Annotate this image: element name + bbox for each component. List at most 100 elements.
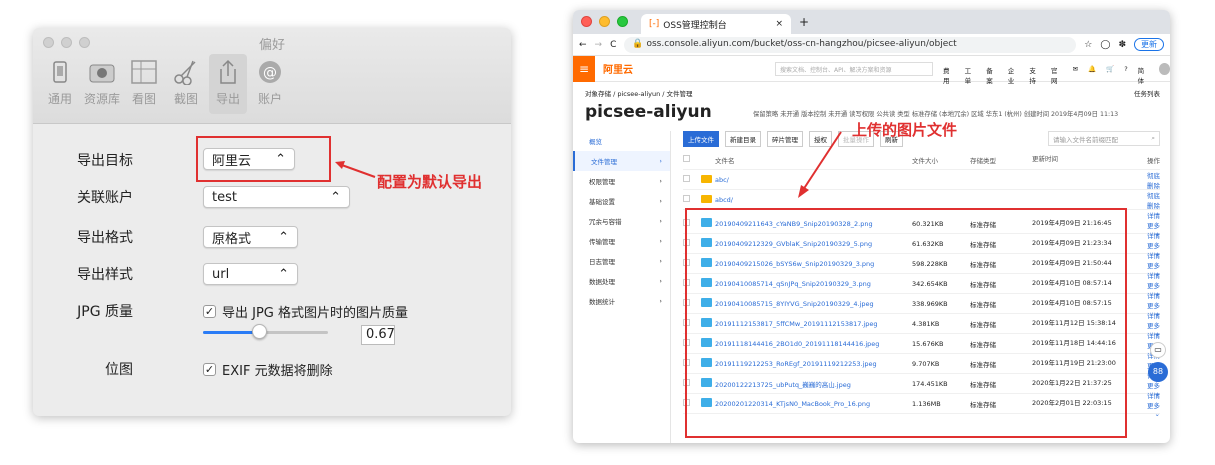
browser-tab[interactable]: [-] OSS管理控制台 × bbox=[641, 14, 791, 34]
slider-knob[interactable] bbox=[252, 324, 268, 339]
upload-annotation-text: 上传的图片文件 bbox=[852, 121, 958, 139]
style-row: 导出样式 bbox=[38, 264, 133, 284]
highlight-box bbox=[196, 136, 331, 182]
close-icon[interactable]: × bbox=[775, 19, 783, 29]
exif-checkbox[interactable]: ✓ bbox=[203, 363, 216, 376]
sidebar-item-redundancy[interactable]: 冗余与容错 › bbox=[573, 211, 670, 231]
table-header: 文件名 文件大小 存储类型 更新时间 操作 bbox=[683, 150, 1160, 170]
nav-lang[interactable]: 简体 bbox=[1138, 65, 1150, 85]
tab-label: 通用 bbox=[47, 92, 72, 106]
sidebar-item-basic[interactable]: 基础设置 › bbox=[573, 191, 670, 211]
sidebar-item-logs[interactable]: 日志管理 › bbox=[573, 251, 670, 271]
tab-label: 截图 bbox=[173, 92, 198, 106]
help-icon[interactable]: ? bbox=[1124, 65, 1127, 85]
menu-icon[interactable]: ≡ bbox=[573, 55, 595, 82]
bell-icon[interactable]: 🔔 bbox=[1088, 65, 1096, 85]
tab-bar: [-] OSS管理控制台 × + bbox=[573, 10, 1170, 34]
folder-row[interactable]: abc/彻底删除 bbox=[683, 170, 1160, 190]
sidebar-item-processing[interactable]: 数据处理 › bbox=[573, 271, 670, 291]
exif-checkbox-row[interactable]: ✓ EXIF 元数据将删除 bbox=[203, 360, 333, 379]
assistant-icon[interactable]: 88 bbox=[1148, 362, 1168, 382]
titlebar: 偏好 通用 资源库 看图 截图 导出 @ 账户 bbox=[33, 28, 511, 124]
puzzle-icon[interactable]: ✽ bbox=[1118, 40, 1126, 50]
sidebar-item-stats[interactable]: 数据统计 › bbox=[573, 291, 670, 311]
sidebar: 概览 文件管理 › 权限管理 › 基础设置 › 冗余与容错 › 传输管理 › 日志管理 › … bbox=[573, 131, 671, 443]
delete-link[interactable]: 彻底删除 bbox=[1142, 190, 1160, 210]
upload-button[interactable]: 上传文件 bbox=[683, 131, 719, 147]
update-button[interactable]: 更新 bbox=[1134, 38, 1164, 51]
avatar[interactable] bbox=[1159, 63, 1170, 75]
sidebar-item-files[interactable]: 文件管理 › bbox=[573, 151, 670, 171]
back-icon[interactable]: ← bbox=[579, 40, 587, 50]
tab-library[interactable]: 资源库 bbox=[83, 54, 121, 114]
folder-row[interactable]: abcd/彻底删除 bbox=[683, 190, 1160, 210]
nav-tickets[interactable]: 工单 bbox=[965, 65, 977, 85]
delete-link[interactable]: 彻底删除 bbox=[1142, 170, 1160, 190]
url-text: oss.console.aliyun.com/bucket/oss-cn-han… bbox=[646, 38, 957, 49]
breadcrumb[interactable]: 对象存储 / picsee-aliyun / 文件管理 bbox=[585, 88, 693, 98]
bucket-meta: 保留策略 未开通 版本控制 未开通 读写权限 公共读 类型 标准存储 (本地冗余… bbox=[753, 111, 1119, 118]
jpg-checkbox[interactable]: ✓ bbox=[203, 305, 216, 318]
row-checkbox[interactable] bbox=[683, 175, 690, 182]
row-actions[interactable]: 详情 更多 ⌄ bbox=[1142, 390, 1160, 418]
zoom-dot[interactable] bbox=[617, 16, 628, 27]
folder-icon bbox=[701, 174, 712, 183]
quality-slider[interactable] bbox=[203, 324, 328, 339]
annotation-text: 配置为默认导出 bbox=[377, 173, 483, 191]
jpg-checkbox-label: 导出 JPG 格式图片时的图片质量 bbox=[222, 306, 409, 321]
arrow-icon bbox=[798, 131, 842, 198]
select-value: test bbox=[212, 189, 237, 205]
window-controls[interactable] bbox=[581, 16, 628, 27]
reload-icon[interactable]: C bbox=[610, 40, 616, 50]
extension-icon[interactable]: ◯ bbox=[1100, 40, 1110, 50]
quality-value-field[interactable]: 0.67 bbox=[361, 325, 395, 345]
nav-official[interactable]: 官网 bbox=[1051, 65, 1063, 85]
jpg-row: JPG 质量 bbox=[38, 301, 133, 321]
row-checkbox[interactable] bbox=[683, 195, 690, 202]
url-field[interactable]: 🔒 oss.console.aliyun.com/bucket/oss-cn-h… bbox=[624, 36, 1077, 53]
tab-viewer[interactable]: 看图 bbox=[125, 54, 163, 114]
grid-icon bbox=[130, 58, 158, 86]
at-icon: @ bbox=[256, 58, 284, 86]
tab-general[interactable]: 通用 bbox=[41, 54, 79, 114]
close-dot[interactable] bbox=[581, 16, 592, 27]
pref-toolbar: 通用 资源库 看图 截图 导出 @ 账户 bbox=[41, 54, 289, 114]
minimize-dot[interactable] bbox=[599, 16, 610, 27]
tab-screenshot[interactable]: 截图 bbox=[167, 54, 205, 114]
bucket-title: picsee-aliyun bbox=[585, 102, 712, 122]
select-all-checkbox[interactable] bbox=[683, 155, 690, 162]
sidebar-item-permissions[interactable]: 权限管理 › bbox=[573, 171, 670, 191]
forward-icon[interactable]: → bbox=[595, 40, 603, 50]
cart-icon[interactable]: 🛒 bbox=[1106, 65, 1114, 85]
scissors-icon bbox=[172, 58, 200, 86]
prefix-search-input[interactable]: 请输入文件名前缀匹配 ⌕ bbox=[1048, 131, 1160, 146]
chat-icon[interactable]: ▭ bbox=[1150, 342, 1166, 358]
style-select[interactable]: url ⌃ bbox=[203, 263, 298, 285]
new-folder-button[interactable]: 新建目录 bbox=[725, 131, 761, 147]
sidebar-item-overview[interactable]: 概览 bbox=[573, 131, 670, 151]
tab-label: 账户 bbox=[257, 92, 282, 106]
mail-icon[interactable]: ✉ bbox=[1073, 65, 1078, 85]
account-select[interactable]: test ⌃ bbox=[203, 186, 350, 208]
tab-export[interactable]: 导出 bbox=[209, 54, 247, 114]
console-search[interactable]: 搜索文档、控制台、API、解决方案和资源 bbox=[775, 62, 933, 76]
task-list-link[interactable]: 任务列表 bbox=[1134, 88, 1160, 98]
jpg-checkbox-row[interactable]: ✓ 导出 JPG 格式图片时的图片质量 bbox=[203, 302, 408, 321]
account-row: 关联账户 bbox=[38, 187, 133, 207]
nav-icp[interactable]: 备案 bbox=[986, 65, 998, 85]
sidebar-item-transfer[interactable]: 传输管理 › bbox=[573, 231, 670, 251]
tab-account[interactable]: @ 账户 bbox=[251, 54, 289, 114]
aliyun-logo[interactable]: 阿里云 bbox=[603, 61, 633, 76]
lock-icon: 🔒 bbox=[632, 38, 647, 49]
select-value: url bbox=[212, 266, 230, 282]
bitmap-row: 位图 bbox=[38, 359, 133, 379]
nav-enterprise[interactable]: 企业 bbox=[1008, 65, 1020, 85]
bitmap-label: 位图 bbox=[105, 362, 133, 378]
nav-fees[interactable]: 费用 bbox=[943, 65, 955, 85]
search-icon[interactable]: ⌕ bbox=[1151, 134, 1155, 143]
format-select[interactable]: 原格式 ⌃ bbox=[203, 226, 298, 248]
nav-support[interactable]: 支持 bbox=[1029, 65, 1041, 85]
star-icon[interactable]: ☆ bbox=[1084, 40, 1092, 50]
export-target-label: 导出目标 bbox=[77, 153, 133, 169]
new-tab-icon[interactable]: + bbox=[799, 15, 809, 29]
